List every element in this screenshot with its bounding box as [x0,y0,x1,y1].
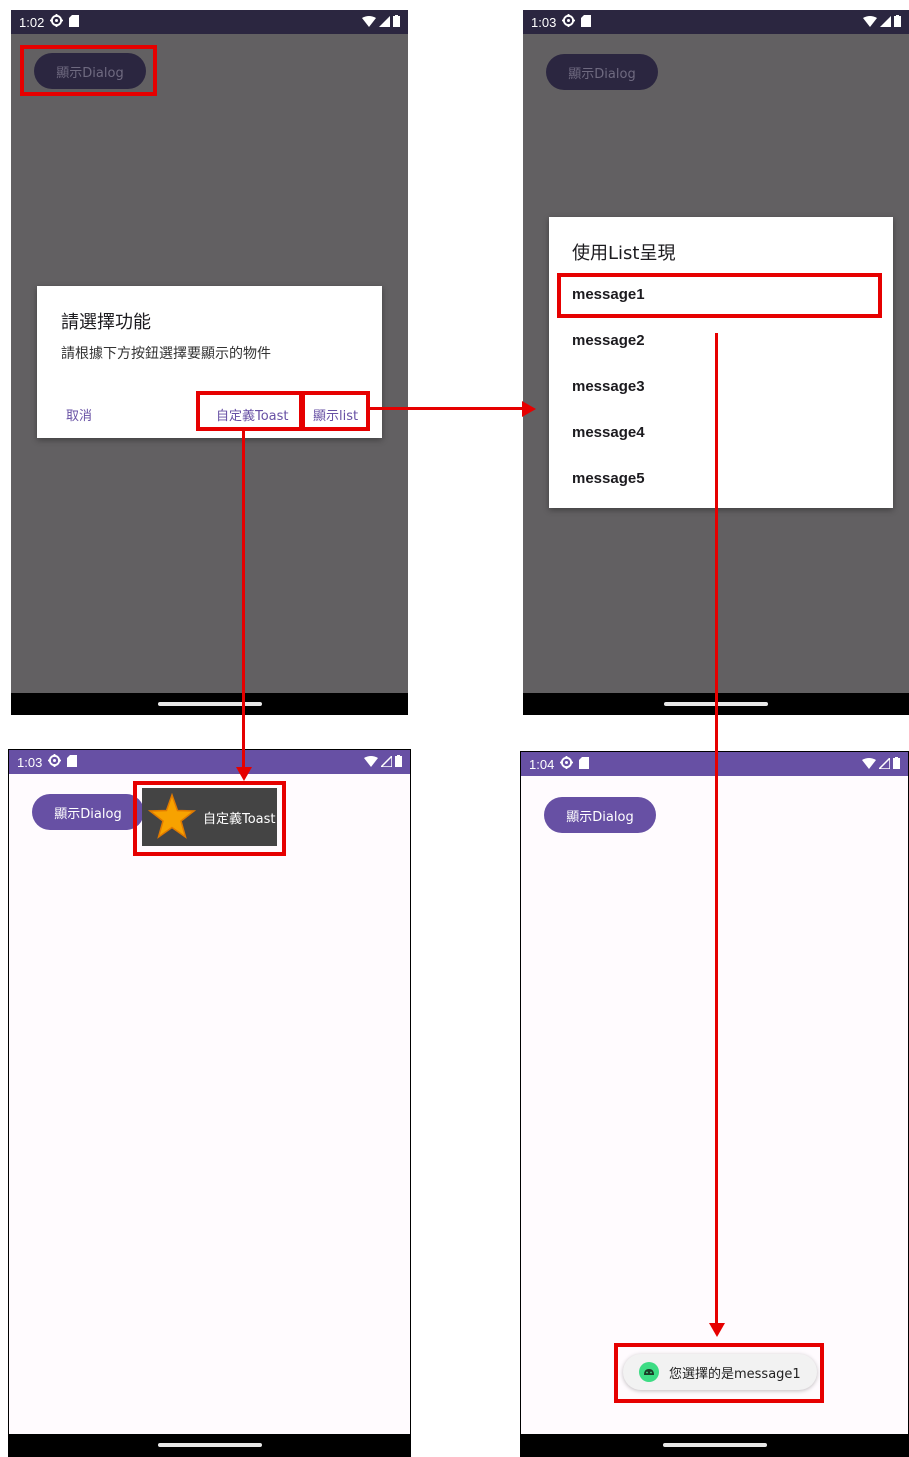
signal-icon [379,753,393,770]
show-dialog-button[interactable]: 顯示Dialog [34,53,146,89]
system-toast-text: 您選擇的是message1 [669,1366,801,1382]
status-time: 1:03 [17,754,43,770]
settings-icon [560,756,574,772]
home-handle[interactable] [662,1443,767,1447]
wifi-icon [863,15,877,30]
show-dialog-button[interactable]: 顯示Dialog [32,794,144,830]
alert-dialog: 請選擇功能 請根據下方按鈕選擇要顯示的物件 取消 自定義Toast 顯示list [37,286,382,438]
navigation-bar [521,1434,908,1456]
star-icon [148,793,196,841]
list-item[interactable]: message5 [572,470,645,487]
battery-icon [395,754,402,770]
arrow-head-right [522,401,536,417]
battery-icon [393,14,400,30]
battery-icon [894,14,901,30]
custom-toast-button[interactable]: 自定義Toast [216,405,289,424]
android-icon [639,1362,659,1382]
list-item[interactable]: message1 [572,286,645,303]
arrow-line-list [370,407,525,410]
arrow-head-down-message [709,1323,725,1337]
status-time: 1:02 [19,14,45,30]
dialog-title: 請選擇功能 [61,312,151,333]
arrow-line-toast [242,431,245,771]
status-bar: 1:03 [523,10,909,34]
system-toast: 您選擇的是message1 [623,1354,817,1390]
sim-card-icon [579,756,590,772]
arrow-head-down-toast [236,767,252,781]
show-list-button[interactable]: 顯示list [313,405,358,424]
sim-card-icon [69,14,80,30]
list-dialog: 使用List呈現 message1 message2 message3 mess… [549,217,893,508]
show-dialog-button[interactable]: 顯示Dialog [544,797,656,833]
settings-icon [48,754,62,770]
sim-card-icon [67,754,78,770]
signal-icon [877,755,891,772]
status-bar: 1:03 [9,750,410,774]
navigation-bar [9,1434,410,1456]
cancel-button[interactable]: 取消 [66,405,92,424]
arrow-line-message [715,333,718,1325]
screen-alert-dialog: 1:02 顯示Dialog 請選擇功能 請根據下方按鈕選擇要顯示的物件 取消 自… [11,10,408,715]
wifi-icon [364,755,378,770]
custom-toast: 自定義Toast [142,788,277,846]
status-bar: 1:02 [11,10,408,34]
list-item[interactable]: message3 [572,378,645,395]
list-dialog-title: 使用List呈現 [572,243,676,264]
sim-card-icon [581,14,592,30]
dialog-message: 請根據下方按鈕選擇要顯示的物件 [61,346,271,362]
wifi-icon [862,757,876,772]
signal-icon [880,15,891,30]
wifi-icon [362,15,376,30]
screen-custom-toast: 1:03 顯示Dialog 自定義Toast [8,749,411,1457]
home-handle[interactable] [157,1443,262,1447]
battery-icon [893,756,900,772]
list-item[interactable]: message2 [572,332,645,349]
home-handle[interactable] [157,702,262,706]
settings-icon [562,14,576,30]
list-item[interactable]: message4 [572,424,645,441]
show-dialog-button[interactable]: 顯示Dialog [546,54,658,90]
status-time: 1:04 [529,756,555,772]
signal-icon [379,15,390,30]
custom-toast-text: 自定義Toast [203,811,276,827]
status-time: 1:03 [531,14,557,30]
settings-icon [50,14,64,30]
navigation-bar [11,693,408,715]
